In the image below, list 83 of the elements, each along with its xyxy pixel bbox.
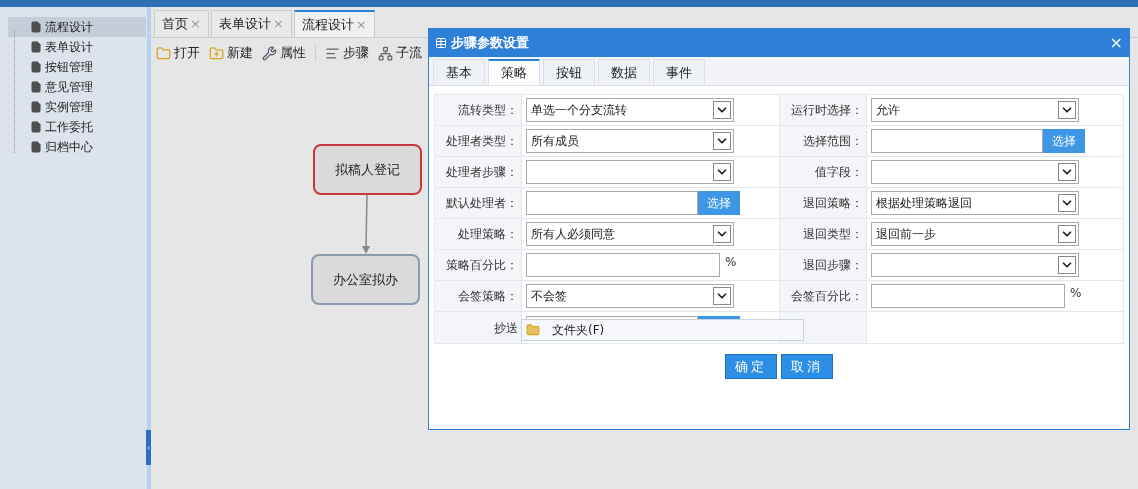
chevron-down-icon [1058,256,1076,274]
toolbar-button[interactable]: 步骤 [325,43,369,63]
field-label: 处理策略： [435,219,522,249]
input-field[interactable] [526,253,720,277]
subflow-icon [378,45,393,61]
chevron-down-icon [1058,225,1076,243]
field-label: 流转类型： [435,95,522,125]
field-label: 处理者类型： [435,126,522,156]
field-label: 默认处理者： [435,188,522,218]
field-label: 抄送 [435,312,522,343]
dialog-title-bar: 步骤参数设置 × [429,29,1129,57]
select-field[interactable]: 所有成员 [526,129,734,153]
document-icon [30,41,42,53]
sidebar-item[interactable]: 表单设计 [8,37,146,57]
select-field[interactable]: 退回前一步 [871,222,1079,246]
step-icon [325,45,340,61]
percent-sign: % [1070,285,1082,302]
document-icon [30,21,42,33]
field-label: 值字段： [780,157,867,187]
tab[interactable]: 表单设计× [210,10,292,37]
select-field[interactable]: 允许 [871,98,1079,122]
chevron-down-icon [1058,101,1076,119]
sidebar-item[interactable]: 流程设计 [8,17,146,37]
field-label: 会签百分比： [780,281,867,311]
select-field[interactable]: 不会签 [526,284,734,308]
sidebar-item[interactable]: 意见管理 [8,77,146,97]
chevron-down-icon [1058,163,1076,181]
tab[interactable]: 首页× [154,10,209,37]
document-icon [30,81,42,93]
sidebar-item[interactable]: 归档中心 [8,137,146,157]
select-field[interactable]: 根据处理策略退回 [871,191,1079,215]
sidebar-item[interactable]: 工作委托 [8,117,146,137]
tools-icon [262,45,277,61]
field-label: 运行时选择： [780,95,867,125]
sidebar-item[interactable]: 按钮管理 [8,57,146,77]
chevron-down-icon [713,132,731,150]
input-field[interactable] [871,284,1065,308]
chevron-down-icon [713,101,731,119]
table-icon [435,37,447,49]
tab[interactable]: 策略 [488,59,540,85]
percent-sign: % [725,254,737,271]
toolbar-button[interactable]: 打开 [156,43,200,63]
chevron-down-icon [713,225,731,243]
select-field[interactable]: 单选一个分支流转 [526,98,734,122]
field-label: 选择范围： [780,126,867,156]
flow-node[interactable]: 拟稿人登记 [313,144,422,195]
select-field[interactable] [871,160,1079,184]
document-icon [30,61,42,73]
connector-arrow [362,194,370,254]
collapse-handle[interactable] [146,430,151,465]
select-field[interactable] [526,160,734,184]
field-label: 处理者步骤： [435,157,522,187]
folder-icon [526,323,540,337]
document-icon [30,141,42,153]
tab[interactable]: 按钮 [543,59,595,85]
document-icon [30,121,42,133]
tab[interactable]: 基本 [433,59,485,85]
select-field[interactable] [871,253,1079,277]
folder-plus-icon [209,45,224,61]
field-label: 退回步骤： [780,250,867,280]
chevron-left-icon [146,443,151,452]
field-label: 退回策略： [780,188,867,218]
toolbar-button[interactable]: 新建 [209,43,253,63]
document-icon [30,101,42,113]
input-field[interactable] [871,129,1043,153]
flow-node[interactable]: 办公室拟办 [311,254,420,305]
sidebar-item[interactable]: 实例管理 [8,97,146,117]
select-field[interactable]: 所有人必须同意 [526,222,734,246]
tab[interactable]: 事件 [653,59,705,85]
chevron-down-icon [713,287,731,305]
field-label: 退回类型： [780,219,867,249]
close-icon[interactable]: × [1109,31,1123,55]
toolbar-button[interactable]: 子流 [378,43,422,63]
field-label: 策略百分比： [435,250,522,280]
tab[interactable]: 流程设计× [293,10,375,37]
field-label: 会签策略： [435,281,522,311]
folder-icon [156,45,171,61]
input-field[interactable] [526,191,698,215]
tab[interactable]: 数据 [598,59,650,85]
context-menu[interactable]: 文件夹(F) [521,319,804,341]
chevron-down-icon [713,163,731,181]
chevron-down-icon [1058,194,1076,212]
toolbar-button[interactable]: 属性 [262,43,306,63]
